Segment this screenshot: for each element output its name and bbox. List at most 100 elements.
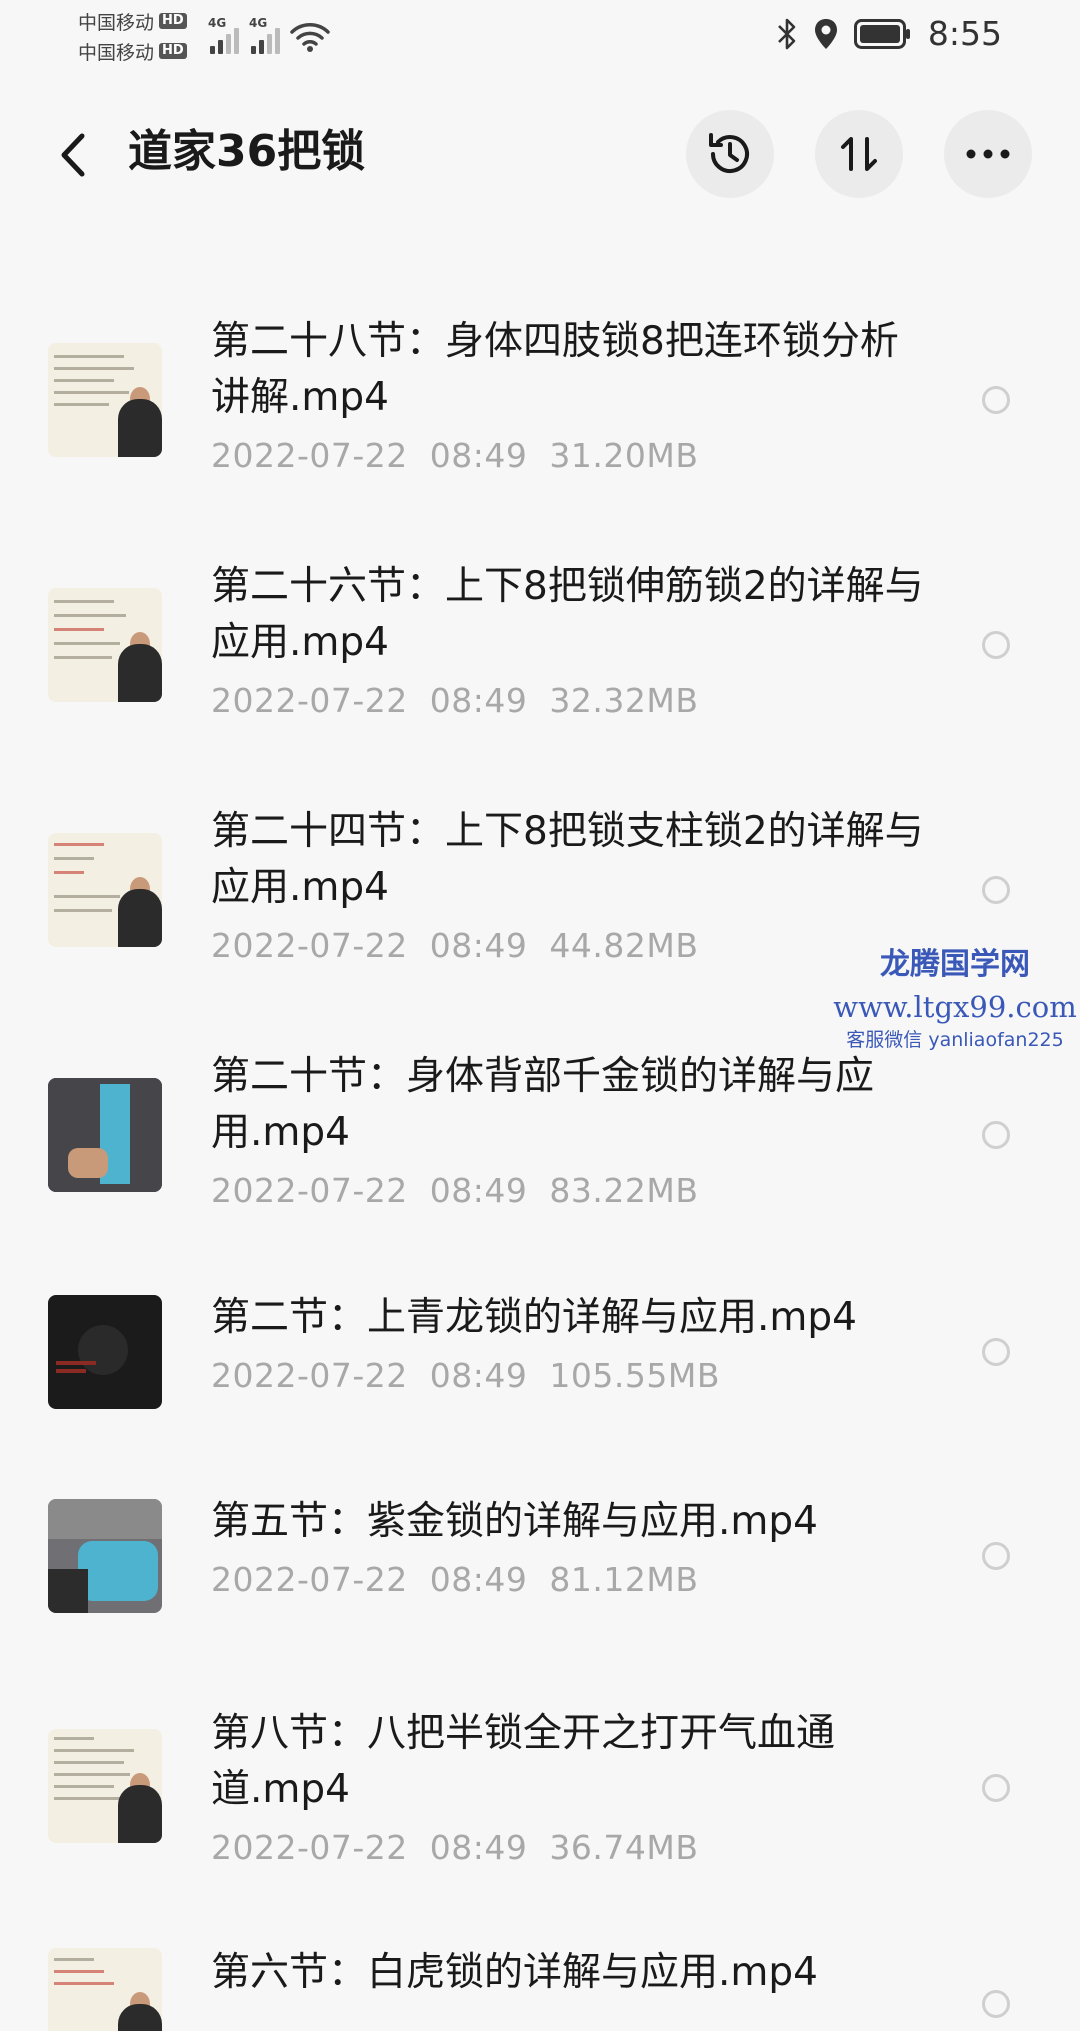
file-meta: 2022-07-22 08:49 105.55MB [211, 1356, 931, 1396]
sort-icon [841, 137, 877, 171]
file-size: 44.82MB [549, 926, 699, 965]
select-radio[interactable] [982, 876, 1010, 904]
file-info: 第二十节：身体背部千金锁的详解与应用.mp4 2022-07-22 08:49 83… [211, 1049, 931, 1211]
file-name: 第二十四节：上下8把锁支柱锁2的详解与应用.mp4 [211, 809, 924, 910]
file-browser-screen: 中国移动 HD 中国移动 HD 4G 4G 8:55 道家36把锁 第二十八节：… [0, 0, 1080, 2031]
location-icon [814, 18, 837, 49]
select-radio[interactable] [982, 1121, 1010, 1149]
list-item[interactable]: 第二十六节：上下8把锁伸筋锁2的详解与应用.mp4 2022-07-22 08:4… [0, 555, 1080, 755]
file-meta: 2022-07-22 08:49 32.32MB [211, 681, 931, 721]
file-info: 第五节：紫金锁的详解与应用.mp4 2022-07-22 08:49 81.12MB [211, 1494, 931, 1600]
file-time: 08:49 [429, 1171, 528, 1210]
video-thumbnail [48, 1729, 162, 1843]
video-thumbnail [48, 343, 162, 457]
file-date: 2022-07-22 [211, 926, 408, 965]
app-header: 道家36把锁 [0, 100, 1080, 210]
file-meta: 2022-07-22 08:49 83.22MB [211, 1171, 931, 1211]
carrier-row-1: 中国移动 HD [78, 6, 187, 36]
file-meta: 2022-07-22 08:49 44.82MB [211, 926, 931, 966]
more-icon [966, 149, 1010, 159]
carrier-row-2: 中国移动 HD [78, 36, 187, 66]
video-thumbnail [48, 1078, 162, 1192]
hd-badge-1: HD [159, 13, 187, 29]
select-radio[interactable] [982, 1338, 1010, 1366]
select-radio[interactable] [982, 1774, 1010, 1802]
carrier-info: 中国移动 HD 中国移动 HD [78, 6, 187, 66]
network-icons: 4G 4G [208, 16, 330, 54]
chevron-left-icon [61, 133, 85, 177]
file-meta: 2022-07-22 08:49 31.20MB [211, 436, 931, 476]
file-name: 第二节：上青龙锁的详解与应用.mp4 [211, 1295, 857, 1340]
watermark-contact: 客服微信 yanliaofan225 [846, 1029, 1064, 1051]
file-size: 36.74MB [549, 1828, 699, 1867]
signal-icon-1: 4G [208, 16, 239, 54]
file-date: 2022-07-22 [211, 1560, 408, 1599]
file-info: 第二十八节：身体四肢锁8把连环锁分析讲解.mp4 2022-07-22 08:49… [211, 314, 931, 476]
video-thumbnail [48, 1499, 162, 1613]
list-item[interactable]: 第二十八节：身体四肢锁8把连环锁分析讲解.mp4 2022-07-22 08:49… [0, 310, 1080, 510]
file-size: 31.20MB [549, 436, 699, 475]
page-title: 道家36把锁 [128, 126, 366, 177]
history-button[interactable] [686, 110, 774, 198]
status-bar: 中国移动 HD 中国移动 HD 4G 4G 8:55 [0, 0, 1080, 72]
watermark-url: www.ltgx99.com [833, 990, 1077, 1024]
status-right-group: 8:55 [776, 14, 1002, 53]
file-date: 2022-07-22 [211, 1171, 408, 1210]
carrier-label-2: 中国移动 [78, 41, 155, 64]
select-radio[interactable] [982, 1542, 1010, 1570]
video-thumbnail [48, 588, 162, 702]
network-type-label-1: 4G [208, 16, 227, 30]
battery-icon [853, 18, 910, 49]
file-size: 105.55MB [549, 1356, 720, 1395]
file-info: 第二十四节：上下8把锁支柱锁2的详解与应用.mp4 2022-07-22 08:4… [211, 804, 931, 966]
video-thumbnail [48, 1295, 162, 1409]
watermark: 龙腾国学网 www.ltgx99.com 客服微信 yanliaofan225 [830, 945, 1080, 1053]
file-info: 第六节：白虎锁的详解与应用.mp4 [211, 1945, 931, 2001]
file-name: 第二十八节：身体四肢锁8把连环锁分析讲解.mp4 [211, 319, 899, 420]
signal-icon-2: 4G [249, 16, 280, 54]
list-item[interactable]: 第六节：白虎锁的详解与应用.mp4 [0, 1945, 1080, 2031]
video-thumbnail [48, 833, 162, 947]
wifi-icon [290, 23, 330, 52]
more-options-button[interactable] [944, 110, 1032, 198]
history-icon [709, 133, 749, 174]
list-item[interactable]: 第二十节：身体背部千金锁的详解与应用.mp4 2022-07-22 08:49 83… [0, 1045, 1080, 1245]
carrier-label-1: 中国移动 [78, 11, 155, 34]
file-size: 83.22MB [549, 1171, 699, 1210]
file-time: 08:49 [429, 926, 528, 965]
file-date: 2022-07-22 [211, 1356, 408, 1395]
file-time: 08:49 [429, 1356, 528, 1395]
file-time: 08:49 [429, 436, 528, 475]
file-size: 81.12MB [549, 1560, 699, 1599]
clock: 8:55 [927, 14, 1002, 53]
sort-button[interactable] [815, 110, 903, 198]
watermark-site-name: 龙腾国学网 [880, 947, 1030, 982]
file-time: 08:49 [429, 1828, 528, 1867]
file-name: 第八节：八把半锁全开之打开气血通道.mp4 [211, 1711, 836, 1812]
file-meta: 2022-07-22 08:49 36.74MB [211, 1828, 931, 1868]
file-name: 第六节：白虎锁的详解与应用.mp4 [211, 1950, 818, 1995]
file-date: 2022-07-22 [211, 1828, 408, 1867]
file-date: 2022-07-22 [211, 681, 408, 720]
select-radio[interactable] [982, 386, 1010, 414]
video-thumbnail [48, 1948, 162, 2031]
file-size: 32.32MB [549, 681, 699, 720]
file-name: 第五节：紫金锁的详解与应用.mp4 [211, 1499, 818, 1544]
select-radio[interactable] [982, 631, 1010, 659]
bluetooth-icon [777, 18, 796, 49]
list-item[interactable]: 第五节：紫金锁的详解与应用.mp4 2022-07-22 08:49 81.12MB [0, 1494, 1080, 1644]
file-info: 第二十六节：上下8把锁伸筋锁2的详解与应用.mp4 2022-07-22 08:4… [211, 559, 931, 721]
file-meta: 2022-07-22 08:49 81.12MB [211, 1560, 931, 1600]
file-time: 08:49 [429, 681, 528, 720]
list-item[interactable]: 第二节：上青龙锁的详解与应用.mp4 2022-07-22 08:49 105.55… [0, 1290, 1080, 1440]
file-date: 2022-07-22 [211, 436, 408, 475]
file-info: 第二节：上青龙锁的详解与应用.mp4 2022-07-22 08:49 105.55… [211, 1290, 931, 1396]
hd-badge-2: HD [159, 43, 187, 59]
select-radio[interactable] [982, 1990, 1010, 2018]
network-type-label-2: 4G [249, 16, 268, 30]
list-item[interactable]: 第八节：八把半锁全开之打开气血通道.mp4 2022-07-22 08:49 36.… [0, 1706, 1080, 1906]
file-time: 08:49 [429, 1560, 528, 1599]
back-button[interactable] [48, 128, 98, 182]
file-name: 第二十节：身体背部千金锁的详解与应用.mp4 [211, 1054, 875, 1155]
file-name: 第二十六节：上下8把锁伸筋锁2的详解与应用.mp4 [211, 564, 924, 665]
